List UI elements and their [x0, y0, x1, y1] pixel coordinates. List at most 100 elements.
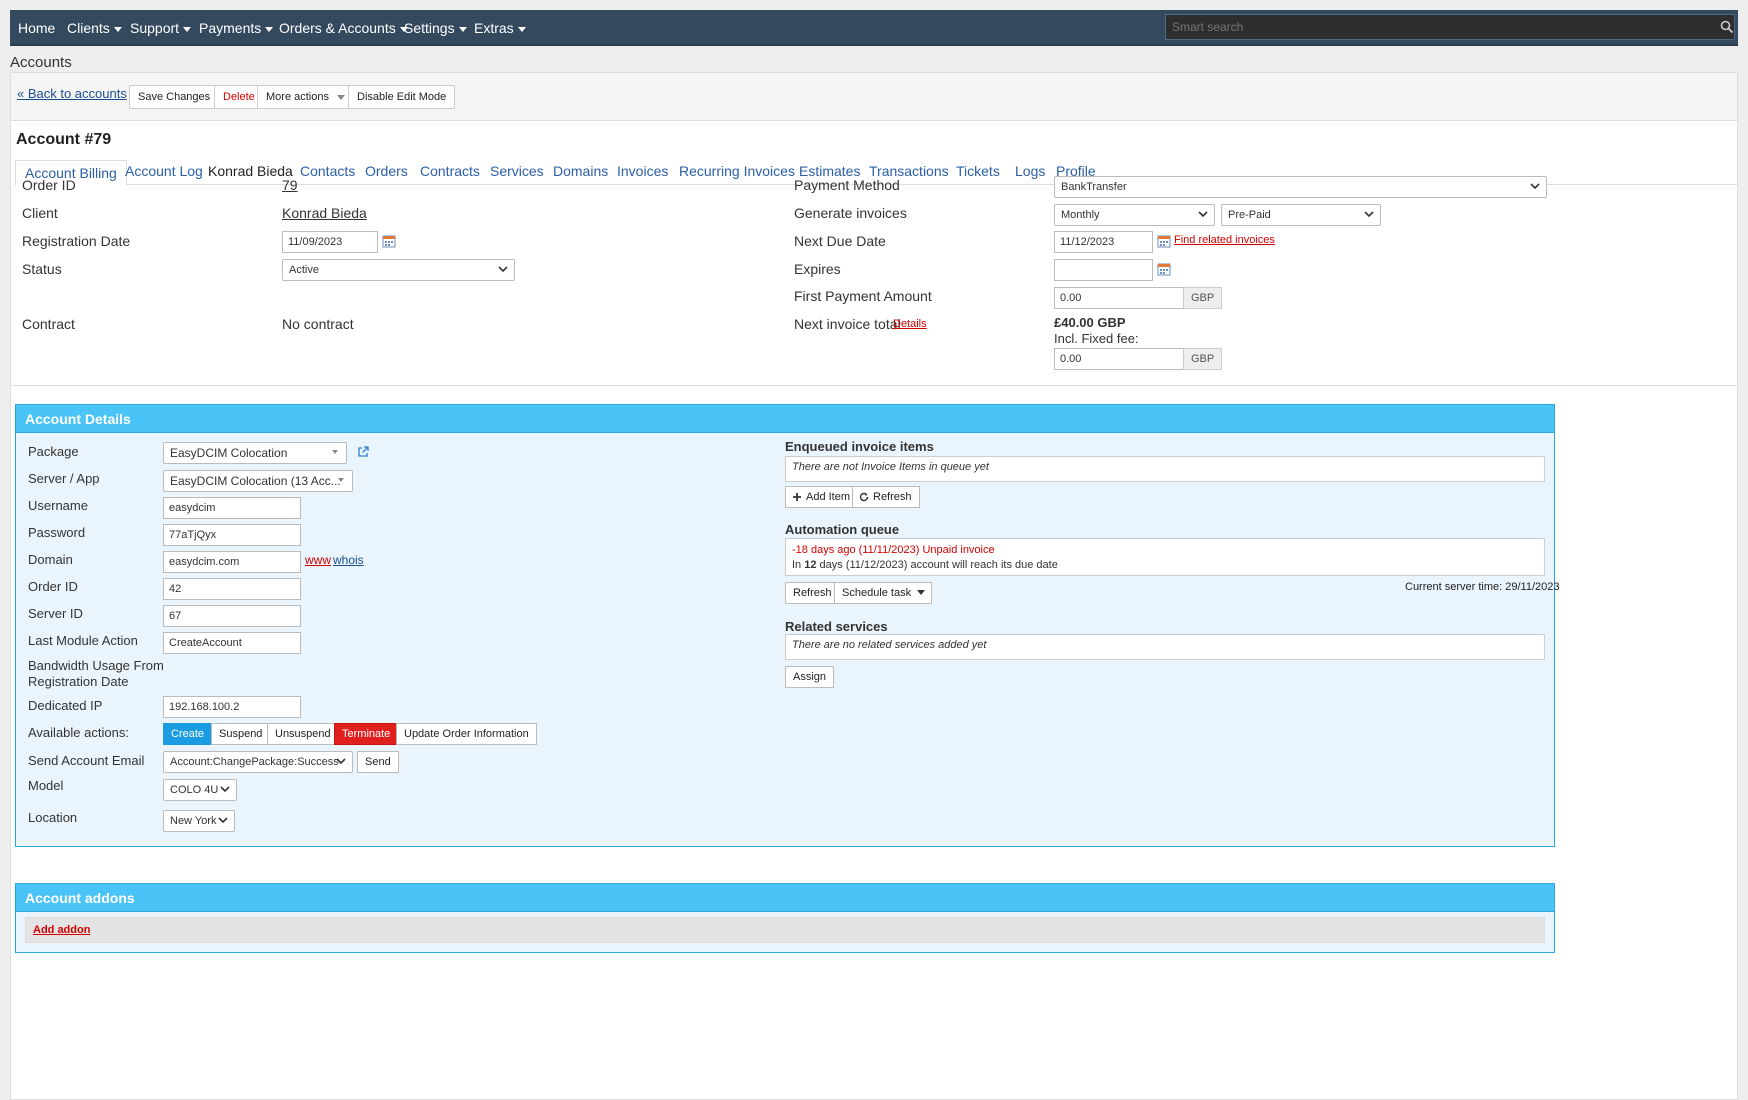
account-email-select[interactable]: Account:ChangePackage:Success [163, 751, 353, 773]
payment-type-select[interactable]: Pre-Paid [1221, 204, 1381, 226]
refresh-queue-button[interactable]: Refresh [785, 582, 840, 604]
calendar-icon[interactable] [1157, 234, 1171, 248]
refresh-items-button[interactable]: Refresh [852, 486, 920, 508]
expires-input[interactable] [1054, 259, 1153, 281]
add-addon-link[interactable]: Add addon [33, 924, 90, 936]
billing-cycle-select[interactable]: Monthly [1054, 204, 1215, 226]
find-related-invoices-link[interactable]: Find related invoices [1174, 234, 1275, 246]
model-select[interactable]: COLO 4U [163, 779, 237, 801]
enqueued-items-list: There are not Invoice Items in queue yet [785, 456, 1545, 482]
search-icon[interactable] [1720, 20, 1734, 34]
fixed-fee-input[interactable]: 0.00 [1054, 348, 1184, 370]
bandwidth-label-line1: Bandwidth Usage From [28, 658, 164, 673]
more-actions-dropdown[interactable]: More actions [257, 85, 354, 109]
tab-invoices[interactable]: Invoices [617, 159, 668, 185]
server-app-value: EasyDCIM Colocation (13 Acc... [170, 474, 341, 488]
automation-due-prefix: In [792, 559, 805, 571]
nav-clients[interactable]: Clients [67, 10, 122, 46]
package-select[interactable]: EasyDCIM Colocation [163, 442, 347, 464]
plus-icon [793, 493, 801, 501]
domain-input[interactable]: easydcim.com [163, 551, 301, 573]
location-select[interactable]: New York [163, 810, 235, 832]
package-label: Package [28, 444, 79, 459]
chevron-down-icon [1364, 211, 1374, 218]
nav-settings[interactable]: Settings [404, 10, 467, 46]
tab-client-name[interactable]: Konrad Bieda [208, 159, 293, 185]
calendar-icon[interactable] [1157, 262, 1171, 276]
next-due-date-input[interactable]: 11/12/2023 [1054, 231, 1153, 253]
next-due-date-label: Next Due Date [794, 233, 886, 249]
assign-button[interactable]: Assign [785, 666, 835, 688]
smart-search-input[interactable] [1165, 14, 1735, 40]
schedule-task-dropdown[interactable]: Schedule task [834, 582, 933, 604]
whois-link[interactable]: whois [333, 553, 364, 567]
tab-contracts[interactable]: Contracts [420, 159, 480, 185]
order-id-link[interactable]: 79 [282, 177, 298, 193]
server-id-input[interactable]: 67 [163, 605, 301, 627]
order-id-input[interactable]: 42 [163, 578, 301, 600]
add-item-button[interactable]: Add Item [785, 486, 859, 508]
update-order-information-button[interactable]: Update Order Information [396, 723, 537, 745]
tab-logs[interactable]: Logs [1015, 159, 1045, 185]
disable-edit-mode-button[interactable]: Disable Edit Mode [348, 85, 456, 109]
payment-method-select[interactable]: BankTransfer [1054, 176, 1547, 198]
tab-orders[interactable]: Orders [365, 159, 408, 185]
chevron-down-icon [338, 478, 344, 482]
tab-recurring-invoices[interactable]: Recurring Invoices [679, 159, 795, 185]
tab-contacts[interactable]: Contacts [300, 159, 355, 185]
refresh-icon [859, 492, 869, 502]
automation-due-date-entry: In 12 days (11/12/2023) account will rea… [792, 558, 1538, 573]
client-label: Client [22, 205, 58, 221]
order-id-detail-label: Order ID [28, 579, 78, 594]
registration-date-input[interactable]: 11/09/2023 [282, 231, 378, 253]
payment-type-value: Pre-Paid [1228, 209, 1271, 221]
server-id-label: Server ID [28, 606, 83, 621]
password-input[interactable]: 77aTjQyx [163, 524, 301, 546]
automation-due-suffix: days (11/12/2023) account will reach its… [816, 559, 1058, 571]
client-link[interactable]: Konrad Bieda [282, 205, 367, 221]
status-select[interactable]: Active [282, 259, 515, 281]
send-account-email-label: Send Account Email [28, 753, 145, 768]
last-module-action-input[interactable]: CreateAccount [163, 632, 301, 654]
tab-tickets[interactable]: Tickets [956, 159, 1000, 185]
external-link-icon[interactable] [357, 446, 369, 458]
create-button[interactable]: Create [163, 723, 213, 745]
suspend-button[interactable]: Suspend [211, 723, 271, 745]
nav-orders-accounts[interactable]: Orders & Accounts [279, 10, 408, 46]
calendar-icon[interactable] [382, 234, 396, 248]
enqueued-empty-text: There are not Invoice Items in queue yet [792, 461, 989, 473]
tab-account-log[interactable]: Account Log [125, 159, 203, 185]
account-title: Account #79 [16, 131, 112, 148]
page-heading: Accounts [10, 54, 72, 71]
payment-method-value: BankTransfer [1061, 181, 1127, 193]
top-navigation-bar: Home Clients Support Payments Orders & A… [10, 10, 1738, 46]
contract-label: Contract [22, 316, 75, 332]
chevron-down-icon [336, 758, 346, 765]
www-link[interactable]: www [305, 553, 331, 567]
details-link[interactable]: Details [893, 318, 927, 330]
unsuspend-button[interactable]: Unsuspend [267, 723, 339, 745]
enqueued-invoice-items-title: Enqueued invoice items [785, 439, 934, 454]
server-app-select[interactable]: EasyDCIM Colocation (13 Acc... [163, 470, 353, 492]
dedicated-ip-input[interactable]: 192.168.100.2 [163, 696, 301, 718]
fixed-fee-label: Incl. Fixed fee: [1054, 331, 1139, 346]
nav-extras[interactable]: Extras [474, 10, 526, 46]
model-label: Model [28, 778, 64, 793]
tab-domains[interactable]: Domains [553, 159, 608, 185]
last-module-action-label: Last Module Action [28, 633, 138, 648]
refresh-items-label: Refresh [873, 491, 912, 503]
action-toolbar: « Back to accounts Save Changes Delete M… [11, 73, 1737, 121]
back-to-accounts-link[interactable]: « Back to accounts [17, 86, 127, 101]
generate-invoices-label: Generate invoices [794, 205, 907, 221]
tab-services[interactable]: Services [490, 159, 544, 185]
terminate-button[interactable]: Terminate [334, 723, 399, 745]
save-changes-button[interactable]: Save Changes [129, 85, 220, 109]
username-input[interactable]: easydcim [163, 497, 301, 519]
first-payment-input[interactable]: 0.00 [1054, 287, 1184, 309]
send-email-button[interactable]: Send [357, 751, 399, 773]
billing-cycle-value: Monthly [1061, 209, 1100, 221]
username-label: Username [28, 498, 88, 513]
nav-payments[interactable]: Payments [199, 10, 273, 46]
nav-home[interactable]: Home [18, 10, 55, 46]
nav-support[interactable]: Support [130, 10, 191, 46]
